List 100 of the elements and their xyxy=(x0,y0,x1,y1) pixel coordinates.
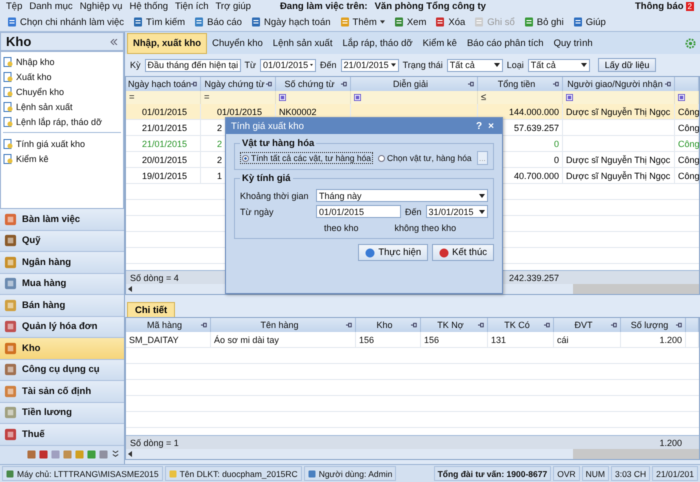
pin-icon[interactable] xyxy=(553,81,560,87)
radio-option[interactable]: Chọn vật tư, hàng hóa xyxy=(377,153,473,163)
menu-item[interactable]: Trợ giúp xyxy=(215,1,251,12)
sidebar-item[interactable]: Lệnh lắp ráp, tháo dỡ xyxy=(16,116,102,126)
tab[interactable]: Chi tiết xyxy=(127,302,176,317)
filter-dropdown[interactable]: Tất cả xyxy=(446,58,503,72)
tile-icon[interactable] xyxy=(75,450,84,460)
module-button[interactable]: Quỹ xyxy=(0,230,124,252)
date-dropdown[interactable]: 31/01/2015 xyxy=(426,205,488,218)
dropdown-arrow-icon[interactable] xyxy=(390,63,396,67)
column-header[interactable]: Ngày chứng từ xyxy=(204,79,265,89)
tile-icon[interactable] xyxy=(39,450,48,460)
module-button[interactable]: Mua hàng xyxy=(0,274,124,295)
column-header[interactable]: Số chứng từ xyxy=(284,79,335,89)
column-header[interactable]: Diễn giải xyxy=(392,79,428,89)
tile-icon[interactable] xyxy=(87,450,96,460)
filter-icon[interactable] xyxy=(566,94,573,101)
close-button[interactable]: × xyxy=(485,120,497,132)
pin-icon[interactable] xyxy=(611,322,618,328)
collapse-icon[interactable] xyxy=(110,38,118,44)
tab[interactable]: Báo cáo phân tích xyxy=(462,34,549,52)
tile-icon[interactable] xyxy=(27,450,36,460)
module-button[interactable]: Thuế xyxy=(0,424,124,446)
tab[interactable]: Chuyển kho xyxy=(207,34,268,52)
menu-item[interactable]: Tiện ích xyxy=(175,1,208,12)
date-field[interactable]: 01/01/2015 xyxy=(316,205,401,218)
toolbar-button[interactable]: Chọn chi nhánh làm việc xyxy=(4,16,128,28)
menu-item[interactable]: Danh mục xyxy=(29,1,73,12)
toolbar-button[interactable]: Ngày hạch toán xyxy=(248,16,334,28)
filter-icon[interactable] xyxy=(354,94,361,101)
filter-dropdown[interactable]: Đầu tháng đến hiện tại xyxy=(144,58,241,72)
column-header[interactable]: Mã hàng xyxy=(146,320,182,330)
column-header[interactable]: TK Nợ xyxy=(437,320,464,330)
toolbar-button[interactable]: Tìm kiếm xyxy=(130,16,188,28)
toolbar-button[interactable]: Bỏ ghi xyxy=(520,16,567,28)
tab[interactable]: Nhập, xuất kho xyxy=(127,32,208,54)
toolbar-button[interactable]: Giúp xyxy=(570,16,609,28)
filter-icon[interactable] xyxy=(678,94,685,101)
column-header[interactable]: Kho xyxy=(376,320,392,330)
period-dropdown[interactable]: Tháng này xyxy=(316,189,488,202)
pin-icon[interactable] xyxy=(478,322,485,328)
module-button[interactable]: Ngân hàng xyxy=(0,252,124,274)
module-button[interactable]: Bàn làm việc xyxy=(0,209,124,230)
toolbar-button[interactable]: Xem xyxy=(390,16,430,28)
tab[interactable]: Lệnh sản xuất xyxy=(268,34,338,52)
module-button[interactable]: Tài sản cố định xyxy=(0,381,124,402)
settings-icon[interactable] xyxy=(685,38,696,48)
sidebar-item[interactable]: Nhập kho xyxy=(16,56,55,66)
sidebar-item[interactable]: Tính giá xuất kho xyxy=(16,138,86,148)
tab[interactable]: Lắp ráp, tháo dỡ xyxy=(337,34,418,52)
filter-dropdown[interactable]: 01/01/2015 xyxy=(260,58,316,72)
toolbar-button[interactable]: Thêm xyxy=(336,16,388,28)
column-header[interactable]: Tên hàng xyxy=(260,320,299,330)
option-label[interactable]: không theo kho xyxy=(394,223,456,233)
menu-item[interactable]: Hệ thống xyxy=(129,1,168,12)
radio-option[interactable]: Tính tất cả các vật, tư hàng hóa xyxy=(240,152,374,164)
tile-icon[interactable] xyxy=(99,450,108,460)
dialog-button[interactable]: Kết thúc xyxy=(432,244,494,261)
module-button[interactable]: Tiền lương xyxy=(0,402,124,424)
column-header[interactable]: Ngày hạch toán xyxy=(128,79,192,89)
arrow-icon[interactable] xyxy=(128,286,132,292)
dropdown-arrow-icon[interactable] xyxy=(580,63,587,67)
pin-icon[interactable] xyxy=(665,81,672,87)
filter-dropdown[interactable]: Tất cả xyxy=(528,58,590,72)
filter-dropdown[interactable]: 21/01/2015 xyxy=(340,58,399,72)
module-button[interactable]: Công cụ dụng cụ xyxy=(0,360,124,381)
column-header[interactable]: Người giao/Người nhận xyxy=(567,79,663,89)
sidebar-item[interactable]: Chuyển kho xyxy=(16,86,64,96)
tab[interactable]: Quy trình xyxy=(548,34,598,52)
filter-operator[interactable]: = xyxy=(129,92,135,103)
menu-item[interactable]: Nghiệp vụ xyxy=(80,1,122,12)
sidebar-item[interactable]: Xuất kho xyxy=(16,72,52,82)
option-label[interactable]: theo kho xyxy=(324,223,359,233)
pin-icon[interactable] xyxy=(676,322,683,328)
module-button[interactable]: Kho xyxy=(0,338,124,360)
pin-icon[interactable] xyxy=(191,81,198,87)
column-header[interactable]: TK Có xyxy=(504,320,530,330)
tab[interactable]: Kiểm kê xyxy=(418,34,462,52)
pin-icon[interactable] xyxy=(266,81,273,87)
filter-operator[interactable]: ≤ xyxy=(481,92,486,103)
pin-icon[interactable] xyxy=(468,81,475,87)
chevron-icon[interactable] xyxy=(111,450,120,460)
sidebar-item[interactable]: Kiểm kê xyxy=(16,154,49,164)
dialog-button[interactable]: Thực hiện xyxy=(358,244,428,261)
pin-icon[interactable] xyxy=(411,322,418,328)
column-header[interactable]: Tổng tiền xyxy=(498,79,536,89)
dropdown-arrow-icon[interactable] xyxy=(494,63,500,67)
tile-icon[interactable] xyxy=(51,450,60,460)
scrollbar[interactable] xyxy=(126,449,699,459)
tile-icon[interactable] xyxy=(63,450,72,460)
dropdown-arrow-icon[interactable] xyxy=(479,210,485,214)
pin-icon[interactable] xyxy=(544,322,551,328)
toolbar-button[interactable]: Xóa xyxy=(432,16,468,28)
sidebar-item[interactable]: Lệnh sản xuất xyxy=(16,102,73,112)
pin-icon[interactable] xyxy=(341,81,348,87)
table-row[interactable]: 01/01/2015 01/01/2015 NK00002 144.000.000 Dược sĩ Nguyễn Thị Ngọc Công xyxy=(126,104,699,120)
menu-item[interactable]: Tệp xyxy=(6,1,22,12)
toolbar-button[interactable]: Báo cáo xyxy=(191,16,245,28)
module-button[interactable]: Quản lý hóa đơn xyxy=(0,316,124,338)
dropdown-arrow-icon[interactable] xyxy=(479,194,485,198)
